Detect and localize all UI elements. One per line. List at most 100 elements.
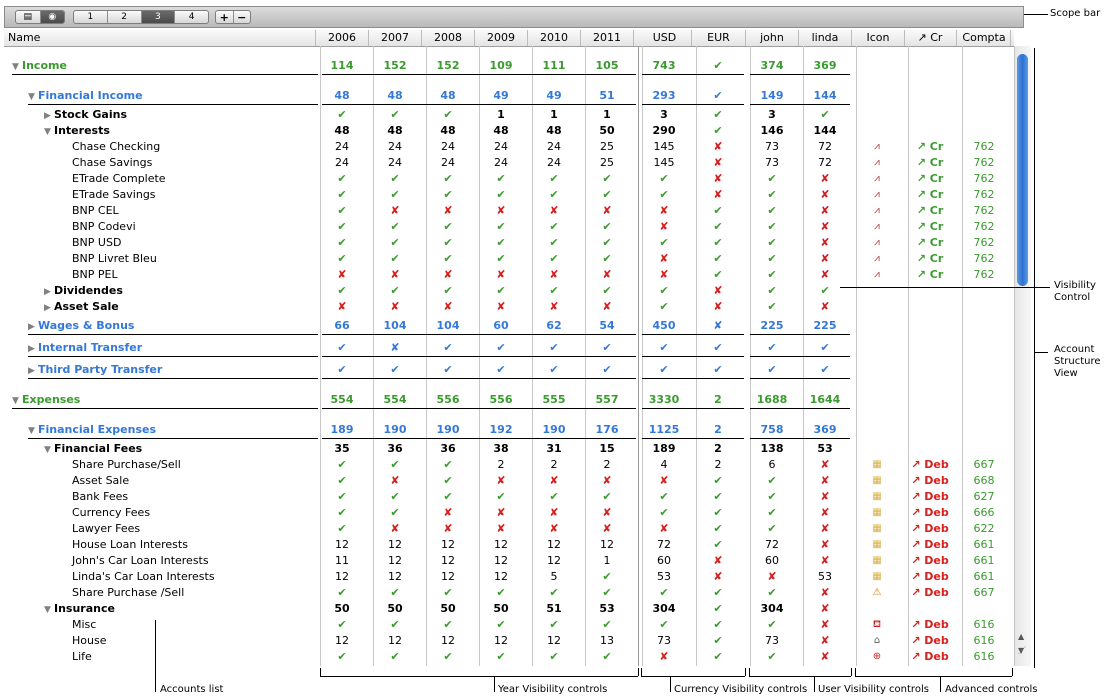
visibility-cell[interactable]: 53 xyxy=(638,570,690,584)
visibility-cell[interactable]: 12 xyxy=(316,634,368,648)
visibility-cell[interactable]: 145 xyxy=(638,140,690,154)
visibility-cell[interactable]: ✔ xyxy=(316,188,368,202)
account-name[interactable]: ▶ Internal Transfer xyxy=(28,341,142,355)
visibility-cell[interactable]: ✔ xyxy=(746,490,798,504)
visibility-cell[interactable]: ✔ xyxy=(638,284,690,298)
visibility-cell[interactable]: ✔ xyxy=(638,236,690,250)
visibility-cell[interactable]: ✔ xyxy=(528,236,580,250)
account-name[interactable]: Chase Savings xyxy=(72,156,152,170)
visibility-cell[interactable]: ✔ xyxy=(528,341,580,355)
visibility-cell[interactable]: ✔ xyxy=(692,618,744,632)
compta-code[interactable]: 661 xyxy=(958,554,1010,568)
visibility-cell[interactable]: 53 xyxy=(799,442,851,456)
visibility-cell[interactable]: ✔ xyxy=(746,204,798,218)
visibility-cell[interactable]: ✘ xyxy=(638,268,690,282)
visibility-cell[interactable]: 49 xyxy=(475,89,527,103)
visibility-cell[interactable]: ✔ xyxy=(692,89,744,103)
visibility-cell[interactable]: ✔ xyxy=(422,252,474,266)
credit-debit-toggle[interactable]: ↗ Deb xyxy=(904,650,956,664)
visibility-cell[interactable]: ✘ xyxy=(528,474,580,488)
visibility-cell[interactable]: 50 xyxy=(316,602,368,616)
visibility-cell[interactable]: ✔ xyxy=(316,172,368,186)
visibility-cell[interactable]: ✔ xyxy=(746,284,798,298)
visibility-cell[interactable]: 105 xyxy=(581,59,633,73)
visibility-cell[interactable]: 304 xyxy=(638,602,690,616)
visibility-cell[interactable]: ✔ xyxy=(316,586,368,600)
coins-icon[interactable]: ▦ xyxy=(870,474,884,487)
account-name[interactable]: House Loan Interests xyxy=(72,538,188,552)
visibility-cell[interactable]: 114 xyxy=(316,59,368,73)
visibility-cell[interactable]: 54 xyxy=(581,319,633,333)
visibility-cell[interactable]: ✔ xyxy=(316,363,368,377)
visibility-cell[interactable]: 1688 xyxy=(746,393,798,407)
visibility-cell[interactable]: 73 xyxy=(746,140,798,154)
visibility-cell[interactable]: ✘ xyxy=(692,300,744,314)
visibility-cell[interactable]: 369 xyxy=(799,59,851,73)
visibility-cell[interactable]: ✔ xyxy=(422,474,474,488)
table-row[interactable]: BNP Livret Bleu ✔ ✔ ✔ ✔ ✔ ✔ ✘ ✔ ✔ ✘ ⩘ ↗ Cr 762 xyxy=(4,251,1014,267)
visibility-cell[interactable]: ✘ xyxy=(799,650,851,664)
resize-grip-icon[interactable]: ⋰ xyxy=(1014,646,1030,664)
visibility-cell[interactable]: 36 xyxy=(369,442,421,456)
visibility-cell[interactable]: 1 xyxy=(581,554,633,568)
visibility-cell[interactable]: 24 xyxy=(475,156,527,170)
visibility-cell[interactable]: ✔ xyxy=(746,220,798,234)
table-row[interactable]: ETrade Savings ✔ ✔ ✔ ✔ ✔ ✔ ✔ ✘ ✔ ✘ ⩘ ↗ Cr 762 xyxy=(4,187,1014,203)
table-row[interactable]: BNP USD ✔ ✔ ✔ ✔ ✔ ✔ ✔ ✔ ✔ ✘ ⩘ ↗ Cr 762 xyxy=(4,235,1014,251)
visibility-cell[interactable]: ✔ xyxy=(475,236,527,250)
visibility-cell[interactable]: ✘ xyxy=(422,204,474,218)
visibility-cell[interactable]: ✘ xyxy=(799,618,851,632)
visibility-cell[interactable]: ✘ xyxy=(638,252,690,266)
account-name[interactable]: ▼ Interests xyxy=(44,124,110,138)
lifebuoy-icon[interactable]: ⊕ xyxy=(870,650,884,663)
visibility-cell[interactable]: 11 xyxy=(316,554,368,568)
visibility-cell[interactable]: 152 xyxy=(422,59,474,73)
visibility-cell[interactable]: 290 xyxy=(638,124,690,138)
column-header-icon[interactable]: Icon xyxy=(852,30,905,46)
visibility-cell[interactable]: ✘ xyxy=(369,341,421,355)
visibility-cell[interactable]: 25 xyxy=(581,140,633,154)
disclosure-expanded-icon[interactable]: ▼ xyxy=(28,90,38,104)
compta-code[interactable]: 762 xyxy=(958,156,1010,170)
visibility-cell[interactable]: ✔ xyxy=(638,363,690,377)
visibility-cell[interactable]: ✔ xyxy=(692,59,744,73)
column-header-2010[interactable]: 2010 xyxy=(528,30,581,46)
visibility-cell[interactable]: ✔ xyxy=(422,108,474,122)
credit-debit-toggle[interactable]: ↗ Deb xyxy=(904,506,956,520)
visibility-cell[interactable]: ✔ xyxy=(746,268,798,282)
visibility-cell[interactable]: ✘ xyxy=(692,284,744,298)
visibility-cell[interactable]: ✔ xyxy=(475,363,527,377)
visibility-cell[interactable]: ✔ xyxy=(746,650,798,664)
visibility-cell[interactable]: 555 xyxy=(528,393,580,407)
visibility-cell[interactable]: ✘ xyxy=(581,268,633,282)
visibility-cell[interactable]: ✔ xyxy=(581,172,633,186)
visibility-cell[interactable]: ✔ xyxy=(475,650,527,664)
visibility-cell[interactable]: 72 xyxy=(799,156,851,170)
visibility-cell[interactable]: 12 xyxy=(316,538,368,552)
visibility-cell[interactable]: 66 xyxy=(316,319,368,333)
visibility-cell[interactable]: ✔ xyxy=(581,490,633,504)
visibility-cell[interactable]: ✔ xyxy=(528,188,580,202)
account-name[interactable]: Currency Fees xyxy=(72,506,150,520)
account-name[interactable]: BNP USD xyxy=(72,236,121,250)
account-name[interactable]: Linda's Car Loan Interests xyxy=(72,570,215,584)
visibility-cell[interactable]: 12 xyxy=(316,570,368,584)
visibility-cell[interactable]: ✘ xyxy=(475,474,527,488)
visibility-cell[interactable]: ✘ xyxy=(799,220,851,234)
visibility-cell[interactable]: 2 xyxy=(692,458,744,472)
visibility-cell[interactable]: ✘ xyxy=(316,268,368,282)
visibility-cell[interactable]: ✔ xyxy=(475,252,527,266)
account-name[interactable]: BNP PEL xyxy=(72,268,118,282)
visibility-cell[interactable]: ✔ xyxy=(528,172,580,186)
visibility-cell[interactable]: 5 xyxy=(528,570,580,584)
visibility-cell[interactable]: ✔ xyxy=(475,220,527,234)
visibility-cell[interactable]: 192 xyxy=(475,423,527,437)
coins-icon[interactable]: ▦ xyxy=(870,554,884,567)
visibility-cell[interactable]: ✔ xyxy=(746,506,798,520)
compta-code[interactable]: 762 xyxy=(958,172,1010,186)
visibility-cell[interactable]: ✔ xyxy=(316,474,368,488)
table-row[interactable]: ▼ Income 114 152 152 109 111 105 743 ✔ 374 369 xyxy=(4,58,1014,74)
visibility-cell[interactable]: 1 xyxy=(475,108,527,122)
visibility-cell[interactable]: ✔ xyxy=(638,618,690,632)
visibility-cell[interactable]: ✔ xyxy=(369,618,421,632)
